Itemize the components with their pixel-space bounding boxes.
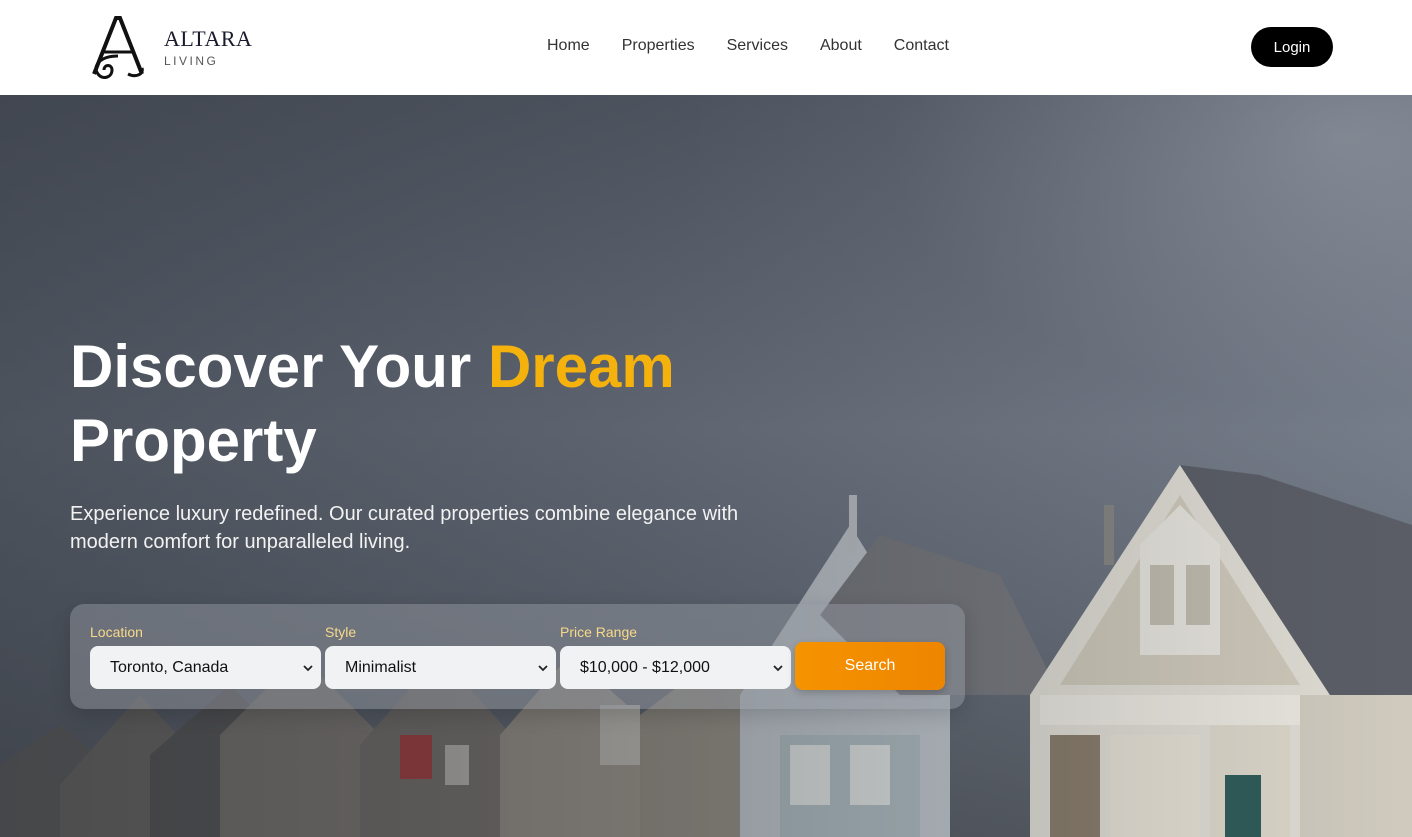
price-range-value: $10,000 - $12,000 bbox=[580, 658, 710, 676]
style-label: Style bbox=[325, 624, 357, 640]
site-header: ALTARA LIVING Home Properties Services A… bbox=[0, 0, 1412, 95]
location-select[interactable]: Toronto, Canada bbox=[90, 646, 321, 689]
nav-properties[interactable]: Properties bbox=[622, 36, 695, 56]
hero-section: Discover Your Dream Property Experience l… bbox=[0, 95, 1412, 837]
hero-title-part1: Discover Your bbox=[70, 333, 488, 400]
style-field: Style Minimalist bbox=[325, 624, 556, 689]
hero-description: Experience luxury redefined. Our curated… bbox=[70, 503, 739, 553]
nav-home[interactable]: Home bbox=[547, 36, 590, 56]
logo-monogram-icon bbox=[92, 16, 144, 79]
nav-contact[interactable]: Contact bbox=[894, 36, 949, 56]
login-button[interactable]: Login bbox=[1251, 27, 1333, 67]
nav-services[interactable]: Services bbox=[727, 36, 788, 56]
location-value: Toronto, Canada bbox=[110, 658, 229, 676]
price-range-label: Price Range bbox=[560, 624, 638, 640]
chevron-down-icon bbox=[538, 664, 548, 671]
location-label: Location bbox=[90, 624, 143, 640]
hero-title-accent: Dream bbox=[487, 333, 675, 400]
hero-title: Discover Your Dream Property bbox=[70, 330, 830, 478]
nav-about[interactable]: About bbox=[820, 36, 862, 56]
location-field: Location Toronto, Canada bbox=[90, 624, 321, 689]
price-range-select[interactable]: $10,000 - $12,000 bbox=[560, 646, 791, 689]
style-select[interactable]: Minimalist bbox=[325, 646, 556, 689]
brand-logo[interactable]: ALTARA LIVING bbox=[88, 12, 252, 82]
chevron-down-icon bbox=[303, 664, 313, 671]
main-nav: Home Properties Services About Contact bbox=[547, 36, 949, 56]
property-search-panel: Location Toronto, Canada Style Minimalis… bbox=[70, 604, 965, 709]
brand-tagline: LIVING bbox=[164, 53, 219, 68]
price-range-field: Price Range $10,000 - $12,000 bbox=[560, 624, 791, 689]
search-button[interactable]: Search bbox=[795, 642, 945, 690]
hero-title-part2: Property bbox=[70, 407, 317, 474]
chevron-down-icon bbox=[773, 664, 783, 671]
brand-name: ALTARA bbox=[164, 25, 253, 51]
style-value: Minimalist bbox=[345, 658, 417, 676]
